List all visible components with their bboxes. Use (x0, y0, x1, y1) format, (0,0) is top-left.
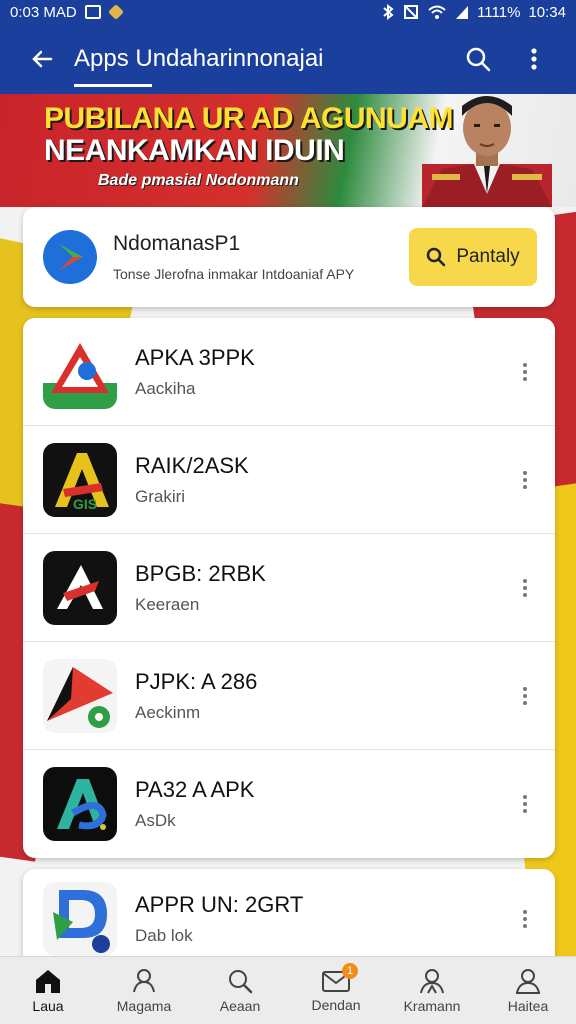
nav-label: Laua (32, 997, 64, 1014)
officer-illustration (422, 96, 552, 207)
app-icon (43, 658, 117, 733)
nav-home[interactable]: Laua (0, 957, 96, 1024)
search-button[interactable] (450, 46, 506, 72)
profile-icon (515, 968, 541, 994)
app-list: APKA 3PPK Aackiha GIS RAIK/2ASK Grakiri … (23, 318, 555, 858)
promo-banner[interactable]: PUBILANA UR AD AGUNUAM NEANKAMKAN IDUIN … (0, 94, 576, 207)
app-name: BPGB: 2RBK (135, 560, 266, 586)
banner-tagline: Bade pmasial Nodonmann (98, 172, 299, 189)
search-icon (229, 969, 253, 993)
list-item[interactable]: PA32 A APK AsDk (23, 750, 555, 858)
featured-app-description: Tonse Jlerofna inmakar Intdoaniaf APY (113, 266, 355, 282)
more-vertical-icon[interactable] (515, 362, 535, 381)
nav-label: Aeaan (219, 997, 261, 1014)
app-name: PJPK: A 286 (135, 668, 258, 694)
page-title: Apps Undaharinnonajai (70, 45, 450, 87)
banner-headline: PUBILANA UR AD AGUNUAM (44, 102, 453, 135)
featured-search-button[interactable]: Pantaly (409, 228, 537, 286)
back-button[interactable] (14, 47, 70, 71)
status-left-text: 0:03 MAD (10, 3, 77, 21)
signal-icon (456, 6, 469, 19)
community-icon (420, 968, 444, 993)
nav-messages[interactable]: 1 Dendan (288, 957, 384, 1024)
svg-text:GIS: GIS (73, 496, 97, 512)
more-vertical-icon[interactable] (515, 910, 535, 928)
app-icon: GIS (43, 442, 117, 517)
app-icon (43, 767, 117, 841)
nav-label: Kramann (403, 997, 461, 1014)
home-icon (36, 969, 60, 993)
app-icon (43, 334, 117, 409)
app-icon (43, 550, 117, 625)
nav-community[interactable]: Kramann (384, 957, 480, 1024)
more-vertical-icon[interactable] (515, 470, 535, 489)
more-vertical-icon[interactable] (515, 578, 535, 597)
nav-apps[interactable]: Magama (96, 957, 192, 1024)
bottom-navigation: Laua Magama Aeaan 1 Dendan Kramann Haite… (0, 956, 576, 1024)
play-store-icon (59, 244, 83, 270)
notification-badge: 1 (342, 963, 358, 979)
app-subtitle: AsDk (135, 811, 176, 830)
featured-app-text: NdomanasP1 Tonse Jlerofna inmakar Intdoa… (113, 232, 409, 282)
status-bar: 0:03 MAD 1111% 10:34 (0, 0, 576, 24)
notification-icon (84, 5, 101, 19)
app-icon (43, 882, 117, 956)
shield-icon (107, 4, 124, 20)
app-subtitle: Aackiha (135, 378, 196, 398)
app-name: APKA 3PPK (135, 344, 255, 370)
more-vertical-icon[interactable] (515, 795, 535, 813)
more-vertical-icon (531, 48, 537, 70)
app-subtitle: Dab lok (135, 926, 193, 945)
search-icon (427, 247, 446, 267)
app-subtitle: Keeraen (135, 594, 200, 614)
app-name: RAIK/2ASK (135, 452, 249, 478)
nav-label: Haitea (507, 997, 549, 1014)
overflow-menu-button[interactable] (506, 47, 562, 71)
app-name: PA32 A APK (135, 777, 255, 802)
featured-app-card[interactable]: NdomanasP1 Tonse Jlerofna inmakar Intdoa… (23, 207, 555, 307)
nav-label: Dendan (311, 996, 361, 1013)
featured-button-label: Pantaly (456, 246, 520, 267)
app-subtitle: Grakiri (135, 486, 186, 506)
search-icon (466, 47, 491, 72)
nav-label: Magama (116, 997, 172, 1014)
list-item[interactable]: APPR UN: 2GRT Dab lok (23, 869, 555, 969)
status-right: 1111% 10:34 (381, 4, 566, 21)
nav-profile[interactable]: Haitea (480, 957, 576, 1024)
mute-icon (404, 5, 419, 19)
featured-app-name: NdomanasP1 (113, 232, 241, 255)
list-item[interactable]: BPGB: 2RBK Keeraen (23, 534, 555, 642)
bluetooth-icon (383, 4, 394, 20)
apps-icon (133, 968, 155, 992)
list-item[interactable]: APKA 3PPK Aackiha (23, 318, 555, 426)
featured-app-logo (43, 230, 97, 284)
wifi-icon (428, 5, 446, 19)
list-item[interactable]: PJPK: A 286 Aeckinm (23, 642, 555, 750)
app-bar: Apps Undaharinnonajai (0, 24, 576, 94)
arrow-left-icon (32, 50, 53, 68)
banner-headline-2: NEANKAMKAN IDUIN (44, 134, 345, 167)
nav-search[interactable]: Aeaan (192, 957, 288, 1024)
status-left: 0:03 MAD (10, 3, 124, 21)
app-subtitle: Aeckinm (135, 702, 201, 722)
list-item[interactable]: GIS RAIK/2ASK Grakiri (23, 426, 555, 534)
app-name: APPR UN: 2GRT (135, 892, 304, 917)
app-list-continued: APPR UN: 2GRT Dab lok (23, 869, 555, 969)
battery-percent: 1111% (477, 3, 521, 21)
clock: 10:34 (528, 3, 566, 21)
more-vertical-icon[interactable] (515, 686, 535, 705)
